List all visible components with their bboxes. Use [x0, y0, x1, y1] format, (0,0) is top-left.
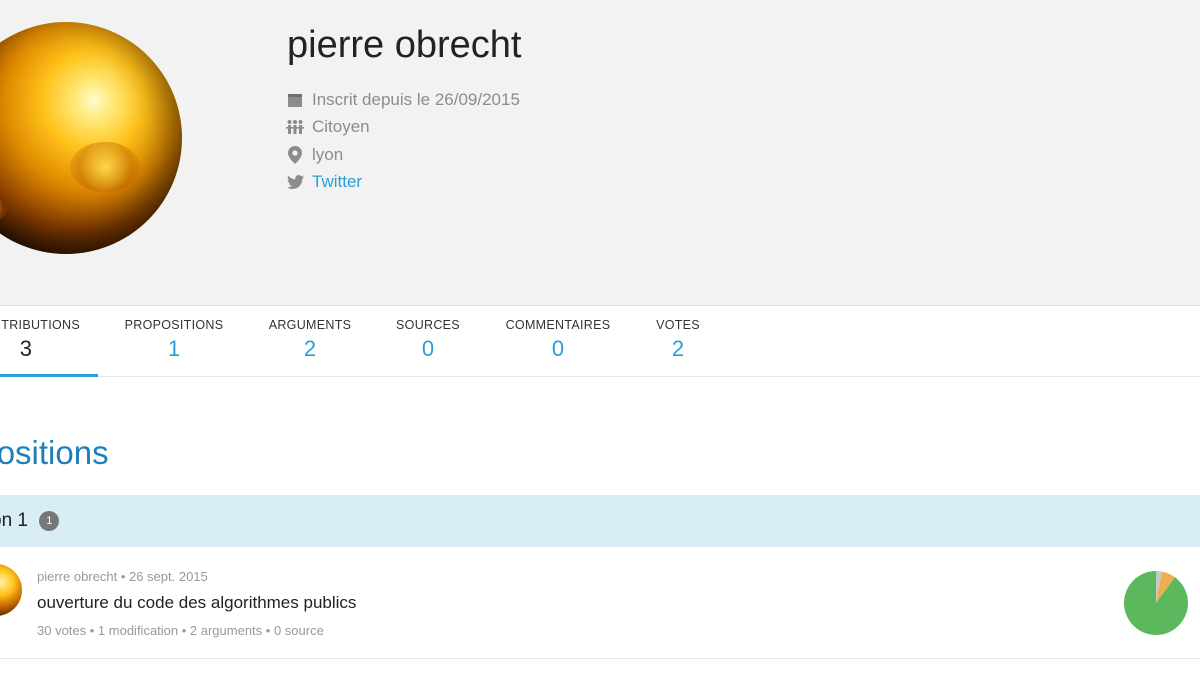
group-count-badge: 1: [39, 511, 60, 531]
proposal-author-date: pierre obrecht • 26 sept. 2015: [37, 569, 208, 584]
twitter-icon: [286, 173, 304, 191]
tab-count: 1: [167, 336, 181, 361]
tab-label: TRIBUTIONS: [1, 318, 80, 332]
author-avatar[interactable]: [0, 564, 22, 616]
user-city: lyon: [286, 141, 520, 169]
profile-meta: Inscrit depuis le 26/09/2015 Citoyen lyo…: [286, 86, 520, 196]
tab-count: 2: [303, 336, 317, 361]
tab-label: COMMENTAIRES: [505, 318, 611, 332]
section-group-header: ction 1 1: [0, 495, 1200, 547]
calendar-icon: [286, 91, 304, 109]
profile-avatar: [0, 22, 182, 254]
proposal-item: pierre obrecht • 26 sept. 2015 ouverture…: [0, 548, 1200, 659]
section-title: opositions: [0, 434, 109, 471]
tab-label: SOURCES: [396, 318, 460, 332]
tab-arguments[interactable]: ARGUMENTS 2: [256, 306, 364, 376]
map-marker-icon: [286, 145, 304, 164]
tab-count: 3: [19, 336, 32, 361]
tab-count: 2: [671, 336, 685, 361]
votes-pie-chart: [1124, 571, 1188, 635]
twitter-link[interactable]: Twitter: [312, 172, 362, 192]
tab-votes[interactable]: VOTES 2: [644, 306, 712, 376]
tab-sources[interactable]: SOURCES 0: [384, 306, 472, 376]
tab-label: ARGUMENTS: [268, 318, 352, 332]
tab-label: VOTES: [656, 318, 700, 332]
proposal-stats: 30 votes • 1 modification • 2 arguments …: [37, 623, 324, 638]
registered-date: Inscrit depuis le 26/09/2015: [286, 86, 520, 114]
profile-name: pierre obrecht: [287, 24, 522, 66]
tab-propositions[interactable]: PROPOSITIONS 1: [112, 306, 236, 376]
tab-count: 0: [421, 336, 435, 361]
twitter-row: Twitter: [286, 169, 520, 197]
group-title: ction 1: [0, 510, 28, 531]
user-type: Citoyen: [286, 114, 520, 142]
profile-header: pierre obrecht Inscrit depuis le 26/09/2…: [0, 0, 1200, 306]
contribution-tabs: TRIBUTIONS 3 PROPOSITIONS 1 ARGUMENTS 2 …: [0, 306, 1200, 377]
proposal-title-link[interactable]: ouverture du code des algorithmes public…: [37, 593, 356, 613]
users-icon: [286, 118, 304, 136]
tab-label: PROPOSITIONS: [124, 318, 224, 332]
tab-count: 0: [551, 336, 565, 361]
tab-contributions[interactable]: TRIBUTIONS 3: [0, 306, 98, 377]
tab-commentaires[interactable]: COMMENTAIRES 0: [492, 306, 624, 376]
